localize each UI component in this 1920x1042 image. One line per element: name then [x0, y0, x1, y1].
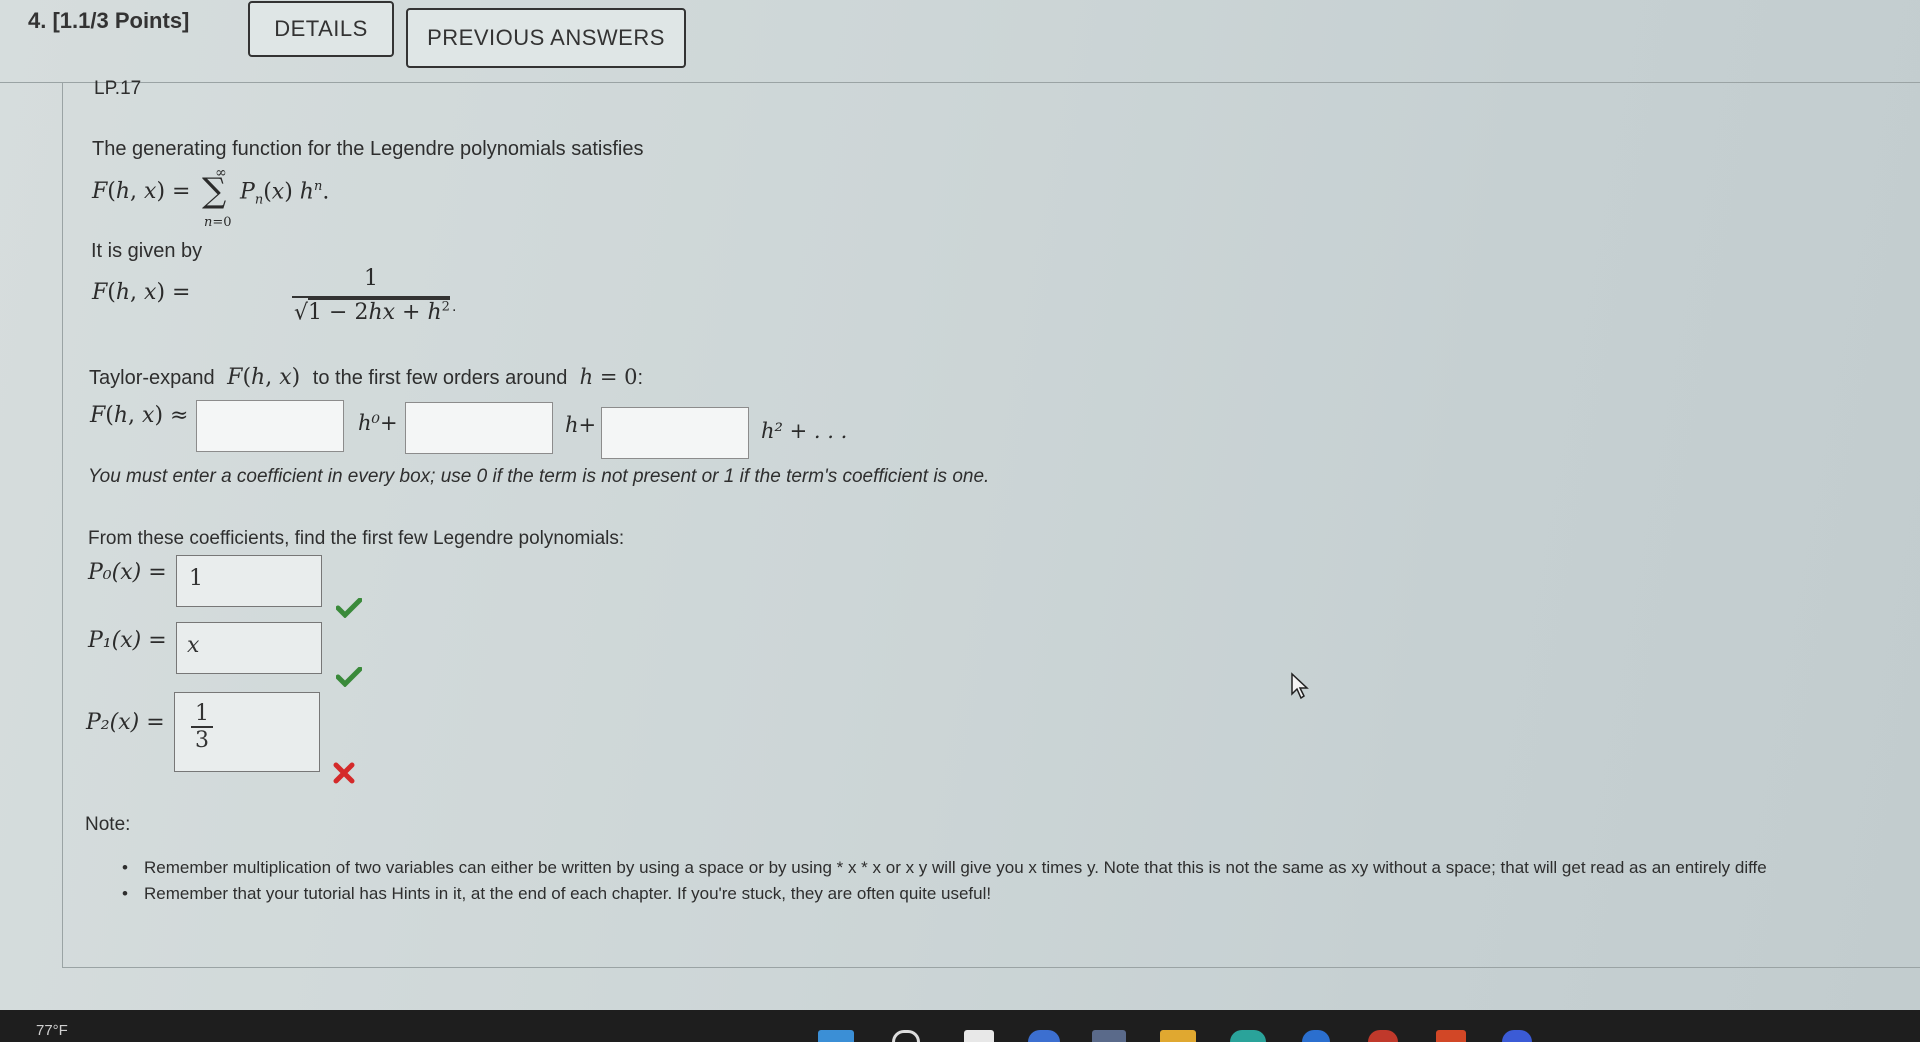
app-icon[interactable]	[1368, 1030, 1398, 1042]
question-panel	[62, 82, 1920, 968]
question-label: 4. [1.1/3 Points]	[28, 8, 190, 33]
weather-temperature[interactable]: 77°F	[36, 1022, 68, 1039]
app-icon[interactable]	[1436, 1030, 1466, 1042]
taskbar	[0, 1010, 1920, 1042]
given-by-text: It is given by	[91, 240, 203, 262]
app-icon[interactable]	[1502, 1030, 1532, 1042]
correct-check-icon	[336, 598, 362, 618]
p2-label: P₂(x) =	[86, 710, 165, 735]
note-title: Note:	[85, 814, 131, 835]
h2-term-label: h² + . . .	[761, 419, 848, 443]
details-button[interactable]: DETAILS	[248, 1, 394, 57]
coefficient-input-h2[interactable]	[601, 407, 749, 459]
correct-check-icon	[336, 667, 362, 687]
coefficient-input-h0[interactable]	[196, 400, 344, 452]
page: 4. [1.1/3 Points] DETAILS PREVIOUS ANSWE…	[0, 0, 1920, 1010]
intro-text: The generating function for the Legendre…	[92, 138, 644, 160]
store-icon[interactable]	[1092, 1030, 1126, 1042]
taylor-middle-text: to the first few orders around	[312, 367, 568, 389]
app-icon[interactable]	[1230, 1030, 1266, 1042]
note-item: Remember multiplication of two variables…	[122, 858, 1767, 878]
mouse-cursor-icon	[1291, 672, 1309, 700]
taylor-expand-line: Taylor-expand F(h, x) to the first few o…	[89, 365, 644, 390]
edge-browser-icon[interactable]	[1028, 1030, 1060, 1042]
p2-answer-input[interactable]: 1 3	[174, 692, 320, 772]
coefficient-input-h1[interactable]	[405, 402, 553, 454]
h0-term-label: h⁰+	[358, 411, 398, 435]
expansion-lhs: F(h, x) ≈	[90, 403, 189, 428]
note-item: Remember that your tutorial has Hints in…	[122, 884, 1767, 904]
problem-id: LP.17	[94, 78, 142, 99]
p0-label: P₀(x) =	[88, 560, 167, 585]
generating-function-formula: F(h, x) = 1 √1 − 2hx + h2 .	[92, 266, 457, 326]
start-icon[interactable]	[818, 1030, 854, 1042]
taylor-prefix-text: Taylor-expand	[89, 367, 215, 389]
task-view-icon[interactable]	[964, 1030, 994, 1042]
note-list: Remember multiplication of two variables…	[122, 858, 1767, 910]
find-prompt-text: From these coefficients, find the first …	[88, 528, 625, 549]
h1-term-label: h+	[565, 413, 597, 437]
p1-label: P₁(x) =	[88, 628, 167, 653]
file-explorer-icon[interactable]	[1160, 1030, 1196, 1042]
p0-answer-input[interactable]: 1	[176, 555, 322, 607]
instruction-text: You must enter a coefficient in every bo…	[88, 466, 990, 487]
incorrect-x-icon	[333, 762, 355, 784]
p1-answer-input[interactable]: x	[176, 622, 322, 674]
previous-answers-button[interactable]: PREVIOUS ANSWERS	[406, 8, 686, 68]
